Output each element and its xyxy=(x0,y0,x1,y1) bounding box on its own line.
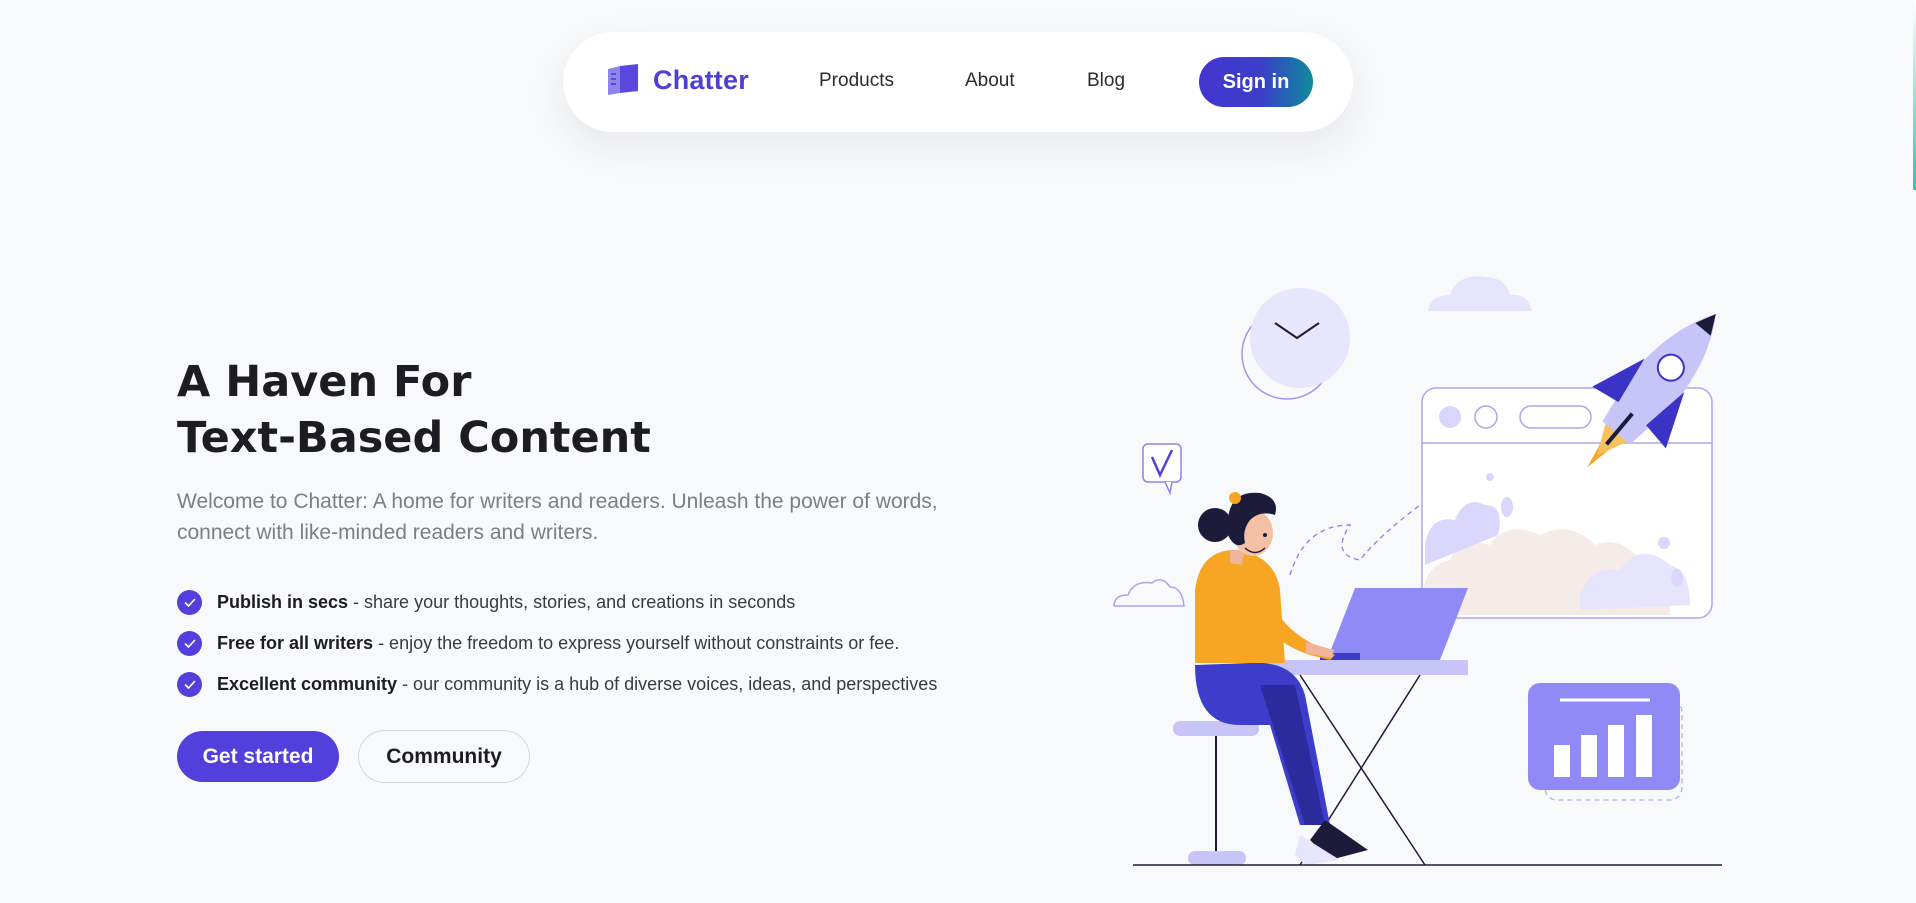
hero-subtitle-line-2: connect with like-minded readers and wri… xyxy=(177,521,599,544)
check-icon xyxy=(177,631,202,656)
brand-logo[interactable]: Chatter xyxy=(605,62,749,98)
feature-list: Publish in secs - share your thoughts, s… xyxy=(177,582,937,705)
laptop-icon xyxy=(1320,588,1468,660)
stool-icon xyxy=(1173,721,1259,865)
feature-text: - our community is a hub of diverse voic… xyxy=(402,674,938,694)
cloud-outline-icon xyxy=(1113,579,1185,607)
feature-item: Publish in secs - share your thoughts, s… xyxy=(177,582,937,623)
get-started-button[interactable]: Get started xyxy=(177,731,339,782)
nav-link-products[interactable]: Products xyxy=(819,70,894,92)
feature-item: Free for all writers - enjoy the freedom… xyxy=(177,623,937,664)
community-button[interactable]: Community xyxy=(358,730,530,783)
hero-title: A Haven For Text-Based Content xyxy=(177,354,877,466)
book-icon xyxy=(608,64,638,95)
hero-subtitle: Welcome to Chatter: A home for writers a… xyxy=(177,486,977,548)
feature-item: Excellent community - our community is a… xyxy=(177,664,937,705)
sign-in-button[interactable]: Sign in xyxy=(1199,57,1313,107)
feature-title: Publish in secs xyxy=(217,592,349,612)
top-navbar: Chatter Products About Blog Sign in xyxy=(563,32,1353,132)
feature-title: Free for all writers xyxy=(217,633,374,653)
hero-title-line-1: A Haven For xyxy=(177,357,472,407)
feature-text: - enjoy the freedom to express yourself … xyxy=(378,633,900,653)
feature-title: Excellent community xyxy=(217,674,398,694)
chart-card-icon xyxy=(1528,683,1683,801)
check-icon xyxy=(177,590,202,615)
nav-link-about[interactable]: About xyxy=(965,70,1015,92)
dashed-path xyxy=(1289,504,1421,576)
check-icon xyxy=(177,672,202,697)
hero-illustration xyxy=(1113,276,1722,866)
clock-icon xyxy=(1241,288,1350,400)
nav-link-blog[interactable]: Blog xyxy=(1087,70,1125,92)
brand-name: Chatter xyxy=(653,64,749,95)
hero-title-line-2: Text-Based Content xyxy=(177,413,651,463)
feature-text: - share your thoughts, stories, and crea… xyxy=(353,592,796,612)
cloud-icon xyxy=(1428,276,1532,311)
hero-subtitle-line-1: Welcome to Chatter: A home for writers a… xyxy=(177,490,938,513)
chat-check-icon xyxy=(1142,443,1182,496)
